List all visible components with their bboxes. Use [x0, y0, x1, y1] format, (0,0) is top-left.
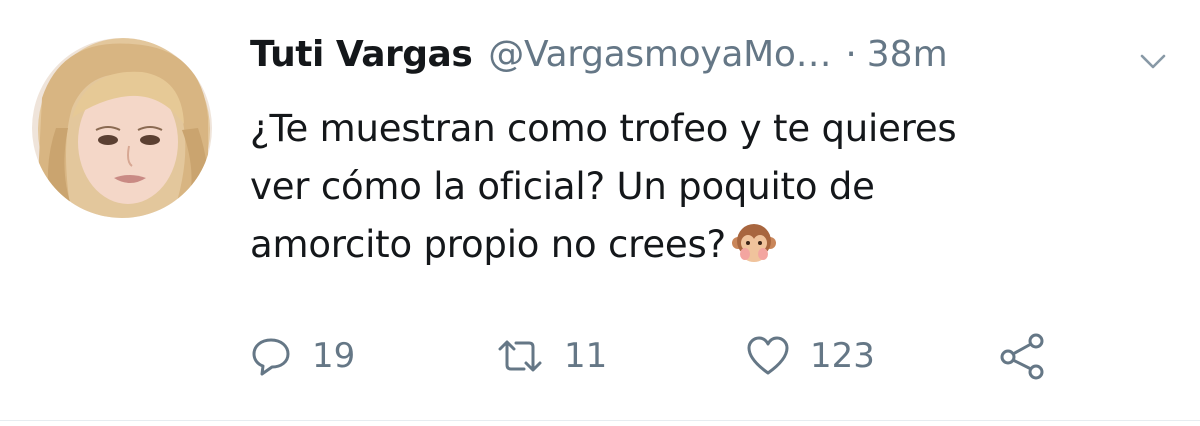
timestamp[interactable]: 38m: [867, 34, 948, 75]
separator-dot: ·: [845, 34, 857, 75]
retweet-icon: [498, 340, 542, 372]
retweet-button[interactable]: 11: [496, 326, 607, 386]
tweet-actions: 19 11 123: [0, 326, 1200, 386]
reply-button[interactable]: 19: [250, 326, 355, 386]
divider: [0, 420, 1200, 421]
author-name[interactable]: Tuti Vargas: [250, 34, 473, 75]
tweet-text-segment: amorcito propio no crees?: [250, 223, 727, 266]
tweet-text-line: ¿Te muestran como trofeo y te quieres: [250, 107, 957, 150]
tweet-card[interactable]: Tuti Vargas @VargasmoyaMo… · 38m ¿Te mue…: [0, 0, 1200, 426]
reply-count: 19: [312, 336, 356, 376]
like-count: 123: [810, 336, 875, 376]
share-icon: [1000, 333, 1044, 380]
tweet-text-line: amorcito propio no crees?: [250, 216, 1150, 274]
retweet-count: 11: [564, 336, 608, 376]
avatar-image: [32, 38, 212, 218]
chevron-down-icon[interactable]: [1140, 54, 1166, 70]
like-button[interactable]: 123: [746, 326, 875, 386]
monkey-face-emoji: [732, 224, 777, 262]
avatar[interactable]: [32, 38, 212, 218]
tweet-text-line: ver cómo la oficial? Un poquito de: [250, 165, 875, 208]
share-button[interactable]: [998, 326, 1046, 386]
author-handle[interactable]: @VargasmoyaMo…: [488, 34, 831, 75]
reply-icon: [252, 338, 290, 376]
tweet-header: Tuti Vargas @VargasmoyaMo… · 38m: [250, 34, 948, 90]
tweet-text: ¿Te muestran como trofeo y te quieres ve…: [250, 100, 1150, 274]
heart-icon: [747, 336, 789, 375]
